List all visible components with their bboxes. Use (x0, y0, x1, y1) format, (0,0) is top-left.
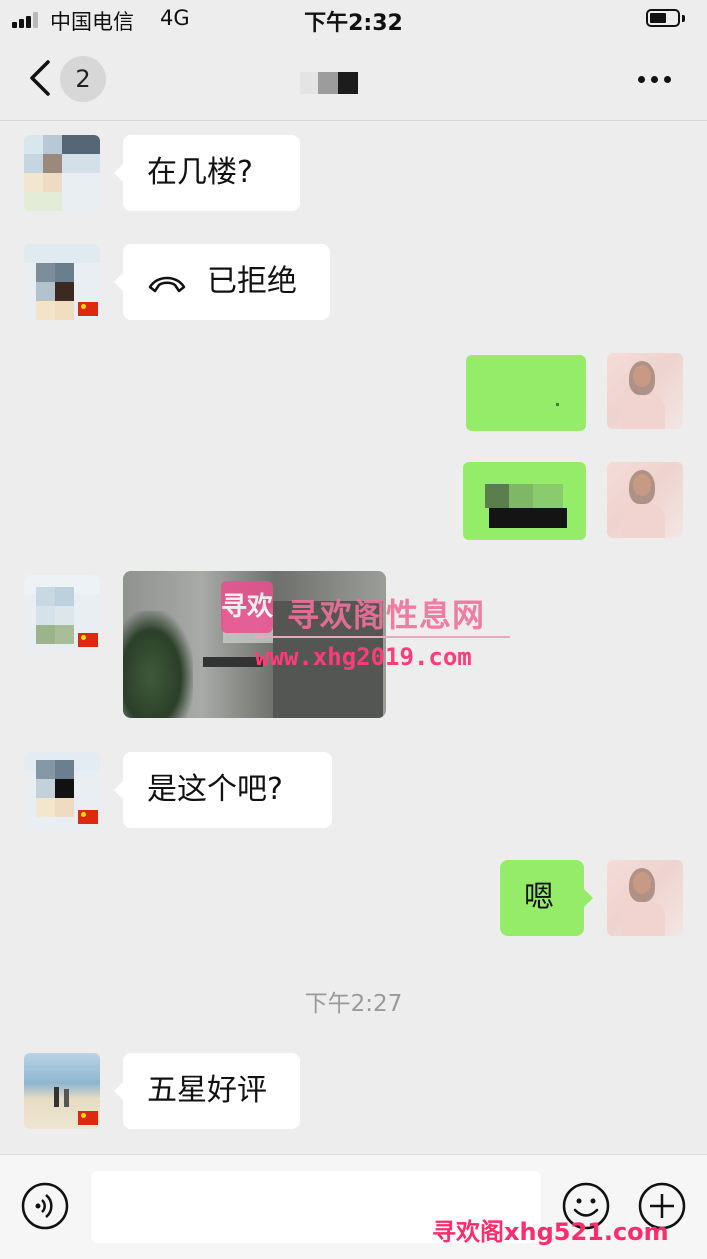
voice-icon[interactable] (20, 1181, 70, 1231)
hangup-phone-icon (148, 276, 186, 292)
back-chevron-icon[interactable] (24, 58, 58, 98)
status-time: 下午2:32 (304, 11, 403, 36)
obscured-message-bubble[interactable] (463, 462, 586, 540)
call-status-text: 已拒绝 (207, 264, 297, 299)
china-flag-icon (78, 1111, 98, 1125)
chat-title-obscured (300, 72, 360, 94)
status-bar: 中国电信 4G 下午2:32 (0, 0, 707, 40)
message-bubble[interactable]: 嗯 (500, 860, 593, 936)
message-bubble[interactable]: 是这个吧? (114, 752, 332, 828)
more-dots-icon[interactable] (630, 66, 680, 92)
my-avatar[interactable] (607, 462, 683, 538)
contact-avatar[interactable] (24, 135, 100, 211)
watermark-divider (255, 636, 510, 638)
china-flag-icon (78, 633, 98, 647)
contact-avatar[interactable] (24, 752, 100, 828)
watermark-url: www.xhg2019.com (255, 643, 472, 671)
my-avatar[interactable] (607, 860, 683, 936)
contact-avatar[interactable] (24, 244, 100, 320)
unread-count-badge[interactable]: 2 (60, 56, 106, 102)
watermark-logo: 寻欢 (221, 581, 273, 633)
message-bubble[interactable]: 在几楼? (114, 135, 300, 211)
message-bubble[interactable]: 五星好评 (114, 1053, 300, 1129)
battery-icon (646, 9, 686, 29)
bottom-watermark: 寻欢阁xhg521.com (432, 1218, 669, 1246)
timestamp-divider: 下午2:27 (304, 991, 403, 1017)
my-avatar[interactable] (607, 353, 683, 429)
obscured-message-bubble[interactable] (466, 355, 586, 431)
contact-avatar[interactable] (24, 575, 100, 651)
china-flag-icon (78, 302, 98, 316)
call-record-bubble[interactable]: 已拒绝 (114, 244, 330, 320)
china-flag-icon (78, 810, 98, 824)
watermark-site-name: 寻欢阁性息网 (287, 596, 486, 634)
chat-header: 2 (0, 40, 707, 121)
contact-avatar[interactable] (24, 1053, 100, 1129)
